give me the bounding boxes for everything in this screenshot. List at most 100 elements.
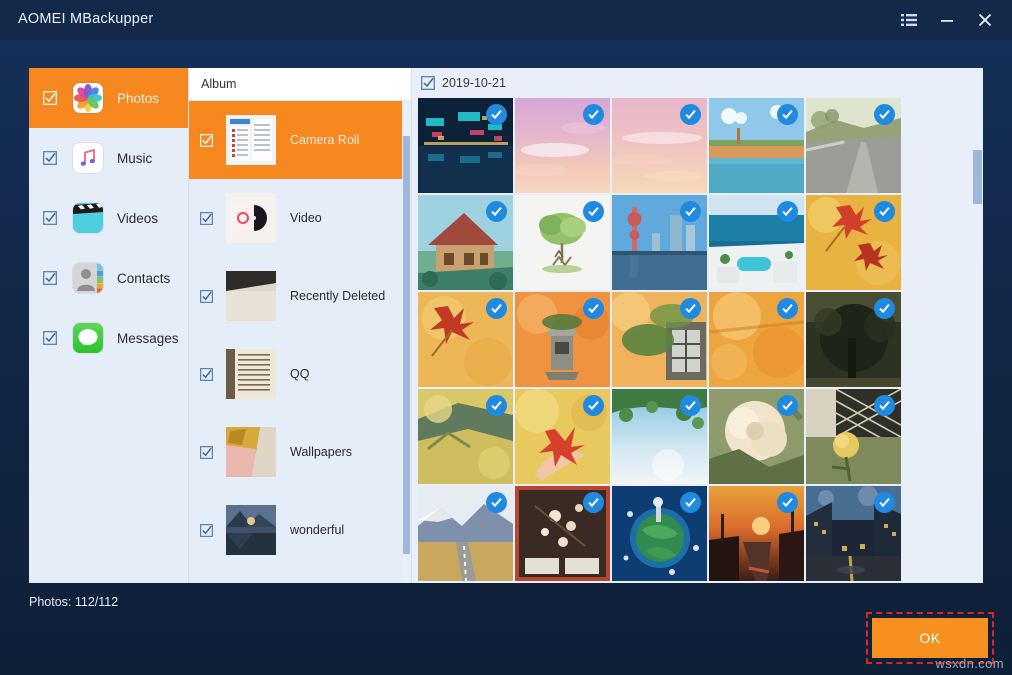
selected-check-badge[interactable] <box>486 201 507 222</box>
sidebar-item-label: Contacts <box>117 271 170 286</box>
photo-thumbnail[interactable] <box>418 292 513 387</box>
videos-icon <box>73 203 103 233</box>
album-item-camera-roll[interactable]: Camera Roll <box>189 101 411 179</box>
selected-check-badge[interactable] <box>874 395 895 416</box>
album-thumbnail <box>226 193 276 243</box>
album-checkbox[interactable] <box>200 212 213 225</box>
photo-thumbnail[interactable] <box>709 292 804 387</box>
close-icon[interactable] <box>966 0 1004 40</box>
photo-thumbnail[interactable] <box>806 389 901 484</box>
photo-thumbnail[interactable] <box>806 486 901 581</box>
photo-thumbnail[interactable] <box>515 292 610 387</box>
album-item-wonderful[interactable]: wonderful <box>189 491 411 569</box>
date-group-checkbox[interactable] <box>421 76 435 90</box>
photo-thumbnail[interactable] <box>709 195 804 290</box>
album-scrollbar-track[interactable] <box>402 101 411 583</box>
photo-thumbnail[interactable] <box>515 389 610 484</box>
photo-grid <box>418 98 908 583</box>
photo-grid-panel: 2019-10-21 <box>411 68 983 583</box>
menu-list-icon[interactable] <box>890 0 928 40</box>
sidebar-item-music[interactable]: Music <box>29 128 188 188</box>
album-checkbox[interactable] <box>200 290 213 303</box>
messages-checkbox[interactable] <box>43 331 57 345</box>
selected-check-badge[interactable] <box>874 298 895 319</box>
sidebar-item-label: Videos <box>117 211 158 226</box>
title-bar: AOMEI MBackupper <box>0 0 1012 40</box>
album-label: Recently Deleted <box>290 289 385 303</box>
selected-check-badge[interactable] <box>583 298 604 319</box>
content-panel: Photos Music <box>29 68 983 583</box>
photo-thumbnail[interactable] <box>612 486 707 581</box>
photo-thumbnail[interactable] <box>612 389 707 484</box>
photo-thumbnail[interactable] <box>515 195 610 290</box>
selected-check-badge[interactable] <box>486 395 507 416</box>
album-checkbox[interactable] <box>200 368 213 381</box>
music-checkbox[interactable] <box>43 151 57 165</box>
photo-thumbnail[interactable] <box>418 98 513 193</box>
photo-scrollbar-track[interactable] <box>972 68 983 583</box>
photo-thumbnail[interactable] <box>806 195 901 290</box>
selected-check-badge[interactable] <box>486 298 507 319</box>
selected-check-badge[interactable] <box>874 201 895 222</box>
photo-scrollbar-thumb[interactable] <box>973 150 982 204</box>
photo-thumbnail[interactable] <box>418 195 513 290</box>
selected-check-badge[interactable] <box>583 201 604 222</box>
selected-check-badge[interactable] <box>874 492 895 513</box>
date-group-label: 2019-10-21 <box>442 76 506 90</box>
sidebar-item-messages[interactable]: Messages <box>29 308 188 368</box>
sidebar-item-contacts[interactable]: Contacts <box>29 248 188 308</box>
album-label: Wallpapers <box>290 445 352 459</box>
date-group-header[interactable]: 2019-10-21 <box>412 68 983 98</box>
selected-check-badge[interactable] <box>486 104 507 125</box>
videos-checkbox[interactable] <box>43 211 57 225</box>
minimize-icon[interactable] <box>928 0 966 40</box>
selected-check-badge[interactable] <box>680 298 701 319</box>
selected-check-badge[interactable] <box>680 395 701 416</box>
album-item-recently-deleted[interactable]: Recently Deleted <box>189 257 411 335</box>
photo-thumbnail[interactable] <box>612 195 707 290</box>
photo-thumbnail[interactable] <box>709 98 804 193</box>
photo-thumbnail[interactable] <box>418 389 513 484</box>
album-item-wallpapers[interactable]: Wallpapers <box>189 413 411 491</box>
selected-check-badge[interactable] <box>583 492 604 513</box>
photo-thumbnail[interactable] <box>612 292 707 387</box>
album-scrollbar-thumb[interactable] <box>403 136 410 554</box>
ok-button[interactable]: OK <box>872 618 988 658</box>
selected-check-badge[interactable] <box>680 492 701 513</box>
selected-check-badge[interactable] <box>874 104 895 125</box>
selected-check-badge[interactable] <box>777 201 798 222</box>
album-checkbox[interactable] <box>200 524 213 537</box>
selected-check-badge[interactable] <box>680 104 701 125</box>
photos-checkbox[interactable] <box>43 91 57 105</box>
selected-check-badge[interactable] <box>777 492 798 513</box>
photo-thumbnail[interactable] <box>612 98 707 193</box>
selected-check-badge[interactable] <box>486 492 507 513</box>
album-checkbox[interactable] <box>200 446 213 459</box>
photo-thumbnail[interactable] <box>515 486 610 581</box>
album-checkbox[interactable] <box>200 134 213 147</box>
sidebar-item-photos[interactable]: Photos <box>29 68 188 128</box>
album-item-qq[interactable]: QQ <box>189 335 411 413</box>
photo-thumbnail[interactable] <box>806 292 901 387</box>
contacts-checkbox[interactable] <box>43 271 57 285</box>
album-thumbnail <box>226 115 276 165</box>
photo-thumbnail[interactable] <box>709 486 804 581</box>
selected-check-badge[interactable] <box>777 395 798 416</box>
selected-check-badge[interactable] <box>777 298 798 319</box>
app-window: AOMEI MBackupper <box>0 0 1012 675</box>
album-list: Camera Roll <box>189 101 411 583</box>
sidebar-item-videos[interactable]: Videos <box>29 188 188 248</box>
selected-check-badge[interactable] <box>777 104 798 125</box>
photo-thumbnail[interactable] <box>806 98 901 193</box>
selected-check-badge[interactable] <box>583 104 604 125</box>
photo-thumbnail[interactable] <box>709 389 804 484</box>
selected-check-badge[interactable] <box>583 395 604 416</box>
selected-check-badge[interactable] <box>680 201 701 222</box>
photo-thumbnail[interactable] <box>515 98 610 193</box>
album-label: Video <box>290 211 322 225</box>
photo-thumbnail[interactable] <box>418 486 513 581</box>
contacts-icon <box>73 263 103 293</box>
sidebar-item-label: Messages <box>117 331 179 346</box>
album-thumbnail <box>226 427 276 477</box>
album-item-video[interactable]: Video <box>189 179 411 257</box>
